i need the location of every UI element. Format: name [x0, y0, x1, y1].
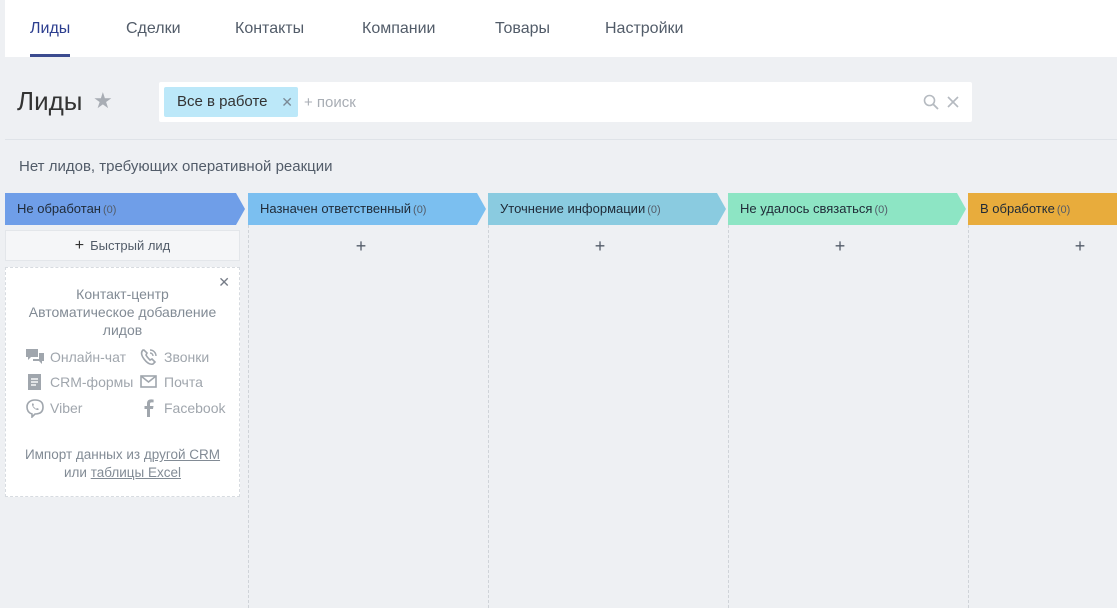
contact-center-card: ✕ Контакт-центр Автоматическое добавлени… [5, 267, 240, 497]
tab-products[interactable]: Товары [495, 0, 550, 57]
stage-label: Уточнение информации (0) [500, 201, 661, 216]
chat-icon [26, 349, 44, 364]
quick-lead-label: Быстрый лид [90, 238, 171, 253]
page-title: Лиды [17, 86, 83, 116]
viber-icon [26, 399, 44, 418]
add-lead-button[interactable]: + [830, 236, 850, 257]
quick-lead-button[interactable]: + Быстрый лид [5, 230, 240, 261]
stage-count: (0) [647, 204, 661, 216]
star-icon[interactable]: ★ [93, 88, 113, 114]
form-icon [28, 374, 41, 390]
stage-header-no-contact[interactable]: Не удалось связаться (0) [728, 193, 966, 225]
stage-count: (0) [413, 204, 427, 216]
stage-label: В обработке (0) [980, 201, 1071, 216]
stage-header-clarification[interactable]: Уточнение информации (0) [488, 193, 726, 225]
column-separator [488, 225, 489, 608]
tab-contacts[interactable]: Контакты [235, 0, 304, 57]
add-lead-button[interactable]: + [351, 236, 371, 257]
channel-crm-forms[interactable]: CRM-формы [25, 373, 133, 391]
tab-deals[interactable]: Сделки [126, 0, 181, 57]
column-separator [728, 225, 729, 608]
channel-viber[interactable]: Viber [25, 398, 82, 418]
phone-icon [140, 349, 157, 366]
stage-label: Не обработан (0) [17, 201, 117, 216]
search-input[interactable] [304, 82, 904, 122]
tab-settings[interactable]: Настройки [605, 0, 683, 57]
channel-mail[interactable]: Почта [139, 373, 203, 391]
channel-facebook[interactable]: Facebook [139, 398, 225, 418]
chip-remove-icon[interactable]: ✕ [281, 87, 293, 117]
top-navigation: Лиды Сделки Контакты Компании Товары Нас… [5, 0, 1117, 57]
filter-chip[interactable]: Все в работе ✕ [164, 87, 298, 117]
stage-label: Назначен ответственный (0) [260, 201, 427, 216]
import-other-crm-link[interactable]: другой CRM [144, 447, 220, 462]
stage-header-assigned[interactable]: Назначен ответственный (0) [248, 193, 486, 225]
stage-label: Не удалось связаться (0) [740, 201, 888, 216]
card-title: Контакт-центр Автоматическое добавление … [28, 286, 217, 338]
add-lead-button[interactable]: + [590, 236, 610, 257]
column-separator [968, 225, 969, 608]
search-icon[interactable] [922, 93, 940, 111]
import-text: Импорт данных из другой CRM или таблицы … [24, 447, 221, 480]
import-excel-link[interactable]: таблицы Excel [91, 465, 181, 480]
stage-header-not-processed[interactable]: Не обработан (0) [5, 193, 245, 225]
channel-online-chat[interactable]: Онлайн-чат [25, 348, 126, 366]
add-lead-button[interactable]: + [1070, 236, 1090, 257]
stage-header-in-progress[interactable]: В обработке (0) [968, 193, 1117, 225]
filter-chip-label: Все в работе [177, 93, 268, 110]
divider [5, 139, 1117, 140]
mail-icon [140, 375, 157, 388]
tab-companies[interactable]: Компании [362, 0, 436, 57]
clear-icon[interactable] [944, 93, 962, 111]
stage-count: (0) [102, 204, 117, 216]
facebook-icon [144, 399, 154, 417]
filter-search-bar[interactable]: Все в работе ✕ [159, 82, 972, 122]
stage-count: (0) [1056, 204, 1071, 216]
stage-count: (0) [874, 204, 888, 216]
channel-calls[interactable]: Звонки [139, 348, 209, 366]
tab-leads[interactable]: Лиды [30, 0, 71, 57]
plus-icon: + [74, 237, 85, 254]
notice-text: Нет лидов, требующих оперативной реакции [19, 158, 333, 175]
column-separator [248, 225, 249, 608]
